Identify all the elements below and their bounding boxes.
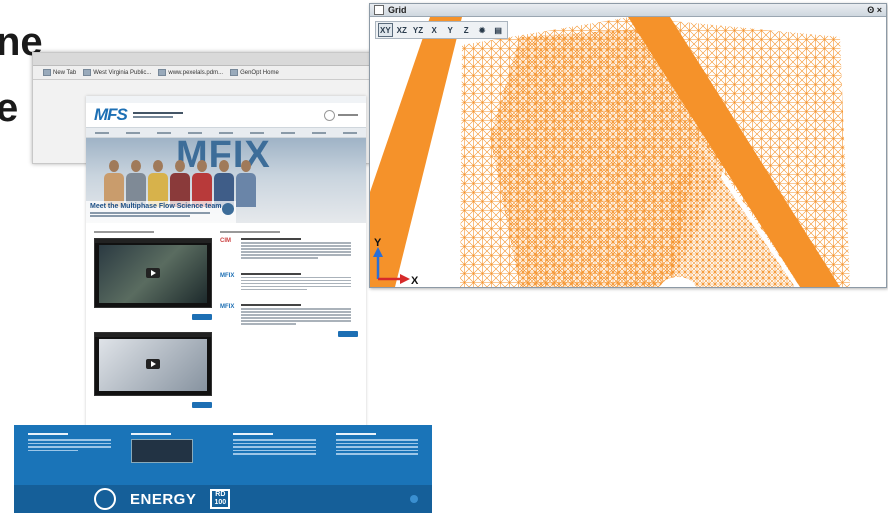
mfs-content: CIM MFIX MFIX xyxy=(86,223,366,430)
footer-col xyxy=(28,433,111,463)
nav-item[interactable] xyxy=(281,131,296,134)
news-item[interactable]: MFIX xyxy=(220,272,358,290)
news-logo: MFIX xyxy=(220,272,235,279)
bookmark-icon xyxy=(83,69,92,76)
netl-logo[interactable] xyxy=(94,488,116,510)
restore-icon[interactable]: ʘ xyxy=(867,5,874,15)
read-more-button[interactable] xyxy=(338,330,358,337)
footer-logos: ENERGY RD 100 xyxy=(14,485,432,513)
mfs-top-strip xyxy=(86,96,366,103)
news-column: CIM MFIX MFIX xyxy=(220,229,358,420)
team-member xyxy=(104,160,124,207)
team-member xyxy=(236,160,256,207)
grid-mesh-view[interactable]: Y X xyxy=(370,17,886,287)
grid-view-toolbar: XY XZ YZ X Y Z ✹ ▤ xyxy=(375,21,509,39)
browser-titlebar xyxy=(33,53,423,66)
footer-col xyxy=(233,433,316,463)
mfs-logo[interactable]: MFS xyxy=(94,105,128,125)
bookmark-genopt-home[interactable]: GenOpt Home xyxy=(230,69,279,76)
bookmark-pexelals[interactable]: www.pexelals.pdm... xyxy=(158,69,223,76)
nav-item[interactable] xyxy=(343,131,358,134)
mfs-webpage: MFS MFIX Meet the Multiphase Flow Scienc… xyxy=(86,96,366,430)
window-controls[interactable]: ʘ × xyxy=(867,5,882,15)
team-member xyxy=(170,160,190,207)
toolbar-button-2[interactable]: YZ xyxy=(411,23,425,37)
window-icon xyxy=(374,5,384,15)
team-member xyxy=(214,160,234,207)
bookmark-new-tab[interactable]: New Tab xyxy=(43,69,76,76)
team-member xyxy=(148,160,168,207)
video-player-1[interactable] xyxy=(94,238,212,308)
read-more-button[interactable] xyxy=(192,402,212,408)
team-photo xyxy=(104,160,256,207)
toolbar-button-3[interactable]: X xyxy=(427,23,441,37)
footer-col xyxy=(335,433,418,463)
toolbar-button-5[interactable]: Z xyxy=(459,23,473,37)
hero-caption: Meet the Multiphase Flow Science team xyxy=(86,201,236,223)
website-screenshot: New Tab West Virginia Public... www.pexe… xyxy=(14,52,432,513)
video-player-2[interactable] xyxy=(94,332,212,396)
play-icon[interactable] xyxy=(146,268,160,278)
nav-item[interactable] xyxy=(125,131,140,134)
mfs-header: MFS xyxy=(86,103,366,127)
grid-window-titlebar[interactable]: Grid ʘ × xyxy=(370,4,886,17)
nav-item[interactable] xyxy=(187,131,202,134)
bookmark-icon xyxy=(158,69,167,76)
mfs-user-area[interactable] xyxy=(324,109,358,121)
nav-item[interactable] xyxy=(94,131,109,134)
mfs-footer: ENERGY RD 100 xyxy=(14,425,432,513)
x-axis-arrowhead xyxy=(400,274,410,284)
mfs-navbar xyxy=(86,127,366,138)
team-member xyxy=(126,160,146,207)
bookmarks-bar: New Tab West Virginia Public... www.pexe… xyxy=(33,66,423,80)
toolbar-button-1[interactable]: XZ xyxy=(395,23,409,37)
x-axis-label: X xyxy=(411,275,419,287)
news-logo: CIM xyxy=(220,238,231,244)
grid-window: Grid ʘ × XY XZ YZ X Y Z ✹ ▤ Y X xyxy=(369,3,887,288)
toolbar-button-4[interactable]: Y xyxy=(443,23,457,37)
close-icon[interactable]: × xyxy=(877,5,882,15)
toolbar-button-6[interactable]: ✹ xyxy=(475,23,489,37)
mfs-hero-banner: MFIX Meet the Multiphase Flow Science te… xyxy=(86,138,366,223)
toolbar-button-0[interactable]: XY xyxy=(378,23,393,37)
news-logo: MFIX xyxy=(220,304,235,310)
bookmark-wv-public[interactable]: West Virginia Public... xyxy=(83,69,151,76)
mfs-subtitle xyxy=(132,112,183,118)
hero-next-button[interactable] xyxy=(222,203,234,215)
grid-window-title: Grid xyxy=(388,5,407,15)
mesh-band-left xyxy=(370,17,462,287)
footer-video-thumb[interactable] xyxy=(130,439,193,463)
nav-item[interactable] xyxy=(250,131,265,134)
avatar xyxy=(324,109,335,121)
toolbar-button-7[interactable]: ▤ xyxy=(491,23,505,37)
team-member xyxy=(192,160,212,207)
nav-item[interactable] xyxy=(156,131,171,134)
hero-caption-title: Meet the Multiphase Flow Science team xyxy=(90,203,222,210)
read-more-button[interactable] xyxy=(192,314,212,320)
back-to-top-button[interactable] xyxy=(410,495,418,503)
y-axis-label: Y xyxy=(374,237,382,249)
doe-energy-logo[interactable]: ENERGY xyxy=(130,491,196,508)
bookmark-icon xyxy=(43,69,51,76)
news-item[interactable]: MFIX xyxy=(220,304,358,325)
rd100-logo[interactable]: RD 100 xyxy=(210,489,231,509)
video-column xyxy=(94,229,212,420)
bookmark-icon xyxy=(230,69,239,76)
nav-item[interactable] xyxy=(312,131,327,134)
footer-col xyxy=(130,433,214,463)
nav-item[interactable] xyxy=(218,131,233,134)
play-icon[interactable] xyxy=(146,359,160,369)
news-item[interactable]: CIM xyxy=(220,238,358,259)
